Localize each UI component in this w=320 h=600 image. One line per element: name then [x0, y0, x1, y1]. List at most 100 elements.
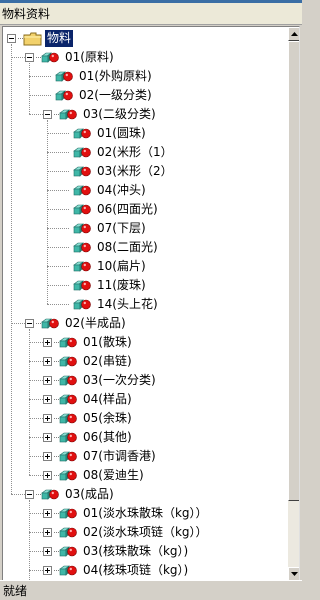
material-item-icon	[59, 525, 79, 541]
tree-node-label: 07(市调香港)	[83, 449, 156, 463]
tree-node[interactable]: 03(成品)	[25, 485, 116, 504]
material-item-icon	[59, 354, 79, 370]
expand-toggle-icon[interactable]	[43, 338, 52, 347]
tree-node-label: 03(核珠散珠（kg）)	[83, 544, 189, 558]
tree-view[interactable]: 物料 01(原料) 01(外购原料) 02(一级分类) 03(二级分类) 01(圆珠) 0…	[2, 26, 300, 580]
tree-connector	[29, 513, 43, 514]
tree-content: 物料 01(原料) 01(外购原料) 02(一级分类) 03(二级分类) 01(圆珠) 0…	[3, 27, 288, 580]
vertical-scrollbar[interactable]	[288, 27, 299, 580]
expand-toggle-icon[interactable]	[43, 566, 52, 575]
tree-node-label: 08(爱迪生)	[83, 468, 144, 482]
tree-node[interactable]: 04(核珠项链（kg）)	[43, 561, 190, 580]
tree-node-label: 02(半成品)	[65, 316, 126, 330]
expand-toggle-icon[interactable]	[43, 357, 52, 366]
tree-node[interactable]: 02(一级分类)	[47, 86, 154, 105]
material-item-icon	[55, 88, 75, 104]
material-item-icon	[73, 278, 93, 294]
tree-node[interactable]: 02(米形（1）	[65, 143, 175, 162]
tree-guide-line	[29, 500, 30, 580]
tree-node-label: 03(二级分类)	[83, 107, 156, 121]
material-item-icon	[73, 126, 93, 142]
collapse-toggle-icon[interactable]	[43, 110, 52, 119]
collapse-toggle-icon[interactable]	[25, 53, 34, 62]
tree-node-label: 04(核珠项链（kg）)	[83, 563, 189, 577]
expand-toggle-icon[interactable]	[43, 433, 52, 442]
tree-node-label: 11(废珠)	[97, 278, 146, 292]
folder-icon	[23, 31, 43, 47]
tree-connector	[11, 494, 25, 495]
tree-node-label: 10(扁片)	[97, 259, 146, 273]
tree-node-label: 14(头上花)	[97, 297, 158, 311]
scroll-thumb[interactable]	[288, 41, 299, 501]
collapse-toggle-icon[interactable]	[25, 319, 34, 328]
tree-node[interactable]: 05(余珠)	[43, 409, 134, 428]
tree-guide-line	[11, 44, 12, 494]
tree-node[interactable]: 10(扁片)	[65, 257, 148, 276]
material-item-icon	[73, 164, 93, 180]
material-item-icon	[55, 69, 75, 85]
tree-node[interactable]: 06(四面光)	[65, 200, 160, 219]
tree-node-label: 01(淡水珠散珠（kg））	[83, 506, 208, 520]
tree-connector	[11, 57, 25, 58]
material-item-icon	[59, 107, 79, 123]
tree-node[interactable]: 07(下层)	[65, 219, 148, 238]
material-item-icon	[73, 145, 93, 161]
tree-node-label: 05(余珠)	[83, 411, 132, 425]
material-item-icon	[41, 487, 61, 503]
tree-node[interactable]: 03(二级分类)	[43, 105, 158, 124]
tree-node[interactable]: 04(样品)	[43, 390, 134, 409]
tree-guide-line	[29, 329, 30, 475]
tree-node-label: 02(淡水珠项链（kg））	[83, 525, 208, 539]
tree-node[interactable]: 06(其他)	[43, 428, 134, 447]
collapse-toggle-icon[interactable]	[25, 490, 34, 499]
tree-node[interactable]: 11(废珠)	[65, 276, 148, 295]
expand-toggle-icon[interactable]	[43, 452, 52, 461]
tree-node[interactable]: 03(核珠散珠（kg）)	[43, 542, 190, 561]
material-item-icon	[41, 316, 61, 332]
tree-connector	[29, 570, 43, 571]
tree-connector	[29, 437, 43, 438]
collapse-toggle-icon[interactable]	[7, 34, 16, 43]
tree-connector	[29, 551, 43, 552]
tree-node[interactable]: 07(市调香港)	[43, 447, 158, 466]
tree-node[interactable]: 01(外购原料)	[47, 67, 154, 86]
tree-node[interactable]: 08(二面光)	[65, 238, 160, 257]
tree-node-root[interactable]: 物料	[7, 29, 74, 48]
scroll-down-button[interactable]	[288, 567, 299, 580]
tree-node[interactable]: 02(串链)	[43, 352, 134, 371]
tree-connector	[29, 456, 43, 457]
expand-toggle-icon[interactable]	[43, 547, 52, 556]
tree-node[interactable]: 14(头上花)	[65, 295, 160, 314]
tree-node[interactable]: 08(爱迪生)	[43, 466, 146, 485]
expand-toggle-icon[interactable]	[43, 509, 52, 518]
tree-node[interactable]: 04(冲头)	[65, 181, 148, 200]
expand-toggle-icon[interactable]	[43, 528, 52, 537]
tree-node[interactable]: 02(淡水珠项链（kg））	[43, 523, 210, 542]
material-item-icon	[59, 335, 79, 351]
tree-connector	[29, 380, 43, 381]
tree-guide-line	[47, 120, 48, 304]
material-item-icon	[73, 259, 93, 275]
expand-toggle-icon[interactable]	[43, 414, 52, 423]
tree-node-label: 01(原料)	[65, 50, 114, 64]
tree-guide-line	[29, 63, 30, 114]
tree-node[interactable]: 02(半成品)	[25, 314, 128, 333]
tree-node[interactable]: 03(米形（2）	[65, 162, 175, 181]
tree-connector	[29, 475, 43, 476]
material-item-icon	[59, 392, 79, 408]
tree-node[interactable]: 01(淡水珠散珠（kg））	[43, 504, 210, 523]
scroll-up-button[interactable]	[288, 27, 299, 41]
tree-node-label: 02(一级分类)	[79, 88, 152, 102]
tree-node[interactable]: 03(一次分类)	[43, 371, 158, 390]
tree-node-label: 08(二面光)	[97, 240, 158, 254]
expand-toggle-icon[interactable]	[43, 376, 52, 385]
tree-connector	[11, 323, 25, 324]
tree-node[interactable]: 01(圆珠)	[65, 124, 148, 143]
expand-toggle-icon[interactable]	[43, 395, 52, 404]
expand-toggle-icon[interactable]	[43, 471, 52, 480]
tree-node-label: 06(四面光)	[97, 202, 158, 216]
tree-node-label: 01(散珠)	[83, 335, 132, 349]
material-item-icon	[73, 202, 93, 218]
tree-node[interactable]: 01(原料)	[25, 48, 116, 67]
tree-node[interactable]: 01(散珠)	[43, 333, 134, 352]
